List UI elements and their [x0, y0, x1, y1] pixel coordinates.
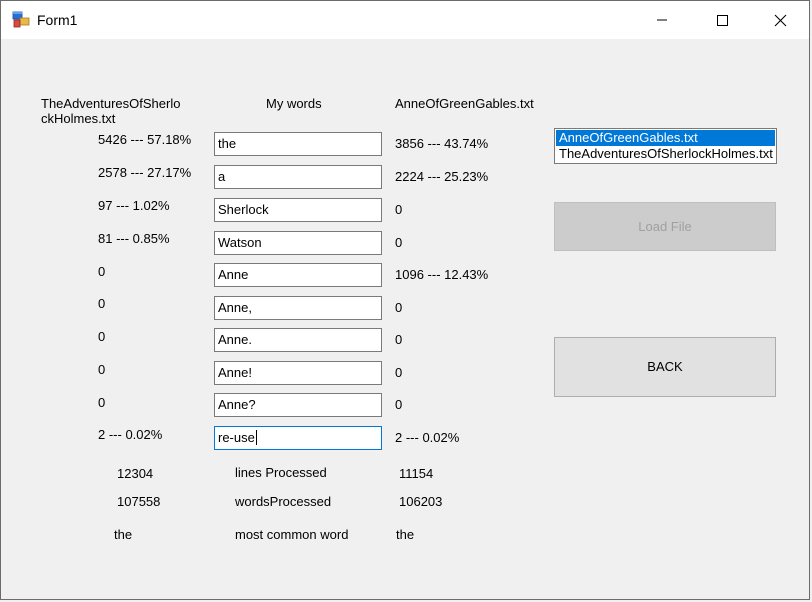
word-input-focused[interactable]: re-use	[214, 426, 382, 450]
lines-processed-label: lines Processed	[235, 465, 327, 480]
left-count: 81 --- 0.85%	[98, 231, 170, 246]
word-input[interactable]: Anne	[214, 263, 382, 287]
lines-processed-left: 12304	[117, 466, 154, 481]
left-count: 0	[98, 264, 106, 279]
word-input[interactable]: a	[214, 165, 382, 189]
back-button[interactable]: BACK	[554, 337, 776, 397]
left-file-header: TheAdventuresOfSherlockHolmes.txt	[41, 96, 181, 126]
words-processed-label: wordsProcessed	[235, 494, 332, 509]
file-list-item-selected[interactable]: AnneOfGreenGables.txt	[556, 130, 775, 146]
most-common-word-right: the	[396, 527, 415, 542]
minimize-button[interactable]	[639, 1, 685, 39]
left-count: 0	[98, 395, 106, 410]
minimize-icon	[657, 19, 667, 21]
right-count: 2 --- 0.02%	[395, 430, 460, 445]
left-count: 0	[98, 362, 106, 377]
close-button[interactable]	[757, 1, 803, 39]
right-file-header: AnneOfGreenGables.txt	[395, 96, 534, 111]
word-input[interactable]: Anne,	[214, 296, 382, 320]
left-count: 2578 --- 27.17%	[98, 165, 192, 180]
form-window: Form1 TheAdventuresOfSherlockHolmes.txt …	[0, 0, 810, 600]
words-processed-right: 106203	[399, 494, 443, 509]
right-count: 0	[395, 202, 403, 217]
right-count: 0	[395, 300, 403, 315]
left-count: 5426 --- 57.18%	[98, 132, 192, 147]
left-count: 2 --- 0.02%	[98, 427, 163, 442]
word-input[interactable]: Sherlock	[214, 198, 382, 222]
right-count: 2224 --- 25.23%	[395, 169, 489, 184]
title-bar[interactable]: Form1	[1, 1, 809, 39]
right-count: 0	[395, 397, 403, 412]
most-common-word-label: most common word	[235, 527, 349, 542]
window-title: Form1	[37, 12, 78, 28]
left-count: 0	[98, 296, 106, 311]
right-count: 0	[395, 332, 403, 347]
most-common-word-left: the	[114, 527, 133, 542]
my-words-header: My words	[266, 96, 322, 111]
word-input[interactable]: Anne.	[214, 328, 382, 352]
left-count: 0	[98, 329, 106, 344]
word-input[interactable]: the	[214, 132, 382, 156]
maximize-button[interactable]	[699, 1, 745, 39]
word-input-text: re-use	[218, 430, 255, 445]
file-list-item[interactable]: TheAdventuresOfSherlockHolmes.txt	[556, 146, 775, 162]
words-processed-left: 107558	[117, 494, 161, 509]
right-count: 0	[395, 235, 403, 250]
left-count: 97 --- 1.02%	[98, 198, 170, 213]
word-input[interactable]: Watson	[214, 231, 382, 255]
word-input[interactable]: Anne?	[214, 393, 382, 417]
maximize-icon	[717, 15, 728, 26]
text-caret	[255, 430, 257, 445]
app-icon[interactable]	[12, 11, 30, 29]
load-file-button[interactable]: Load File	[554, 202, 776, 251]
right-count: 1096 --- 12.43%	[395, 267, 489, 282]
word-input[interactable]: Anne!	[214, 361, 382, 385]
right-count: 3856 --- 43.74%	[395, 136, 489, 151]
file-listbox[interactable]: AnneOfGreenGables.txt TheAdventuresOfShe…	[554, 128, 777, 164]
right-count: 0	[395, 365, 403, 380]
lines-processed-right: 11154	[399, 466, 434, 481]
close-icon	[774, 14, 787, 27]
